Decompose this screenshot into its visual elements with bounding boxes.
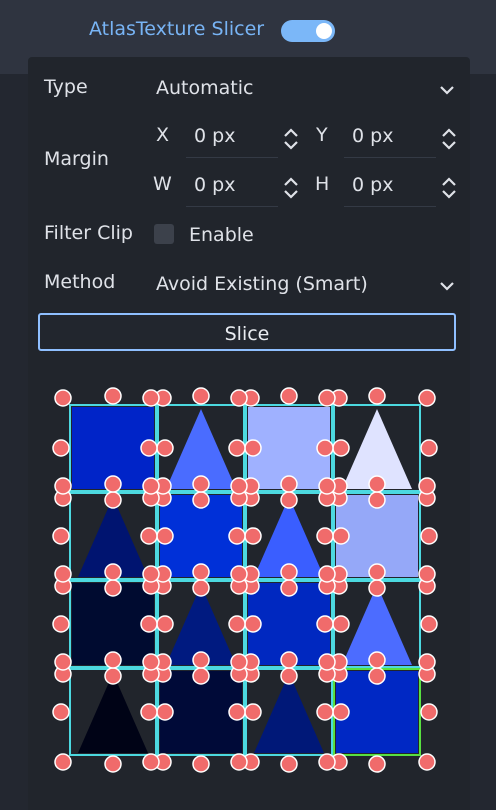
resize-handle[interactable] — [142, 389, 160, 407]
resize-handle[interactable] — [142, 753, 160, 771]
resize-handle[interactable] — [368, 563, 386, 581]
resize-handle[interactable] — [244, 703, 262, 721]
resize-handle[interactable] — [420, 615, 438, 633]
resize-handle[interactable] — [244, 527, 262, 545]
resize-handle[interactable] — [368, 491, 386, 509]
resize-handle[interactable] — [104, 651, 122, 669]
resize-handle[interactable] — [192, 755, 210, 773]
resize-handle[interactable] — [52, 615, 70, 633]
resize-handle[interactable] — [54, 753, 72, 771]
resize-handle[interactable] — [156, 439, 174, 457]
resize-handle[interactable] — [156, 615, 174, 633]
resize-handle[interactable] — [368, 579, 386, 597]
resize-handle[interactable] — [318, 477, 336, 495]
resize-handle[interactable] — [280, 755, 298, 773]
resize-handle[interactable] — [156, 527, 174, 545]
resize-handle[interactable] — [418, 653, 436, 671]
resize-handle[interactable] — [332, 527, 350, 545]
resize-handle[interactable] — [228, 703, 246, 721]
resize-handle[interactable] — [368, 475, 386, 493]
resize-handle[interactable] — [142, 653, 160, 671]
resize-handle[interactable] — [104, 475, 122, 493]
resize-handle[interactable] — [52, 439, 70, 457]
resize-handle[interactable] — [54, 477, 72, 495]
resize-handle[interactable] — [332, 615, 350, 633]
resize-handle[interactable] — [280, 579, 298, 597]
resize-handle[interactable] — [418, 753, 436, 771]
resize-handle[interactable] — [192, 475, 210, 493]
resize-handle[interactable] — [140, 615, 158, 633]
resize-handle[interactable] — [368, 755, 386, 773]
resize-handle[interactable] — [104, 755, 122, 773]
resize-handle[interactable] — [316, 439, 334, 457]
resize-handle[interactable] — [140, 703, 158, 721]
resize-handle[interactable] — [230, 653, 248, 671]
resize-handle[interactable] — [54, 653, 72, 671]
resize-handle[interactable] — [104, 387, 122, 405]
resize-handle[interactable] — [368, 667, 386, 685]
resize-handle[interactable] — [192, 491, 210, 509]
resize-handle[interactable] — [54, 565, 72, 583]
resize-handle[interactable] — [52, 703, 70, 721]
resize-handle[interactable] — [230, 389, 248, 407]
resize-handle[interactable] — [418, 565, 436, 583]
resize-handle[interactable] — [420, 703, 438, 721]
resize-handle[interactable] — [192, 387, 210, 405]
resize-handle[interactable] — [418, 477, 436, 495]
resize-handle[interactable] — [192, 563, 210, 581]
resize-handle[interactable] — [332, 439, 350, 457]
resize-handle[interactable] — [104, 667, 122, 685]
resize-handle[interactable] — [316, 703, 334, 721]
resize-handle[interactable] — [228, 439, 246, 457]
resize-handle[interactable] — [192, 651, 210, 669]
resize-handle[interactable] — [244, 439, 262, 457]
resize-handle[interactable] — [104, 579, 122, 597]
resize-handle[interactable] — [280, 651, 298, 669]
resize-handle[interactable] — [280, 387, 298, 405]
resize-handle[interactable] — [104, 491, 122, 509]
resize-handle[interactable] — [230, 753, 248, 771]
resize-handle[interactable] — [244, 615, 262, 633]
resize-handle[interactable] — [54, 389, 72, 407]
resize-handle[interactable] — [228, 527, 246, 545]
atlas-tile-triangle — [254, 673, 324, 753]
resize-handle[interactable] — [104, 563, 122, 581]
resize-handle[interactable] — [280, 491, 298, 509]
resize-handle[interactable] — [318, 389, 336, 407]
atlas-preview[interactable] — [0, 0, 496, 810]
resize-handle[interactable] — [52, 527, 70, 545]
resize-handle[interactable] — [140, 527, 158, 545]
resize-handle[interactable] — [280, 563, 298, 581]
resize-handle[interactable] — [368, 651, 386, 669]
resize-handle[interactable] — [142, 565, 160, 583]
resize-handle[interactable] — [318, 565, 336, 583]
resize-handle[interactable] — [192, 667, 210, 685]
resize-handle[interactable] — [332, 703, 350, 721]
resize-handle[interactable] — [142, 477, 160, 495]
atlas-tile-triangle — [78, 673, 148, 753]
resize-handle[interactable] — [316, 527, 334, 545]
resize-handle[interactable] — [156, 703, 174, 721]
resize-handle[interactable] — [230, 477, 248, 495]
resize-handle[interactable] — [140, 439, 158, 457]
resize-handle[interactable] — [418, 389, 436, 407]
resize-handle[interactable] — [316, 615, 334, 633]
resize-handle[interactable] — [420, 439, 438, 457]
resize-handle[interactable] — [318, 653, 336, 671]
resize-handle[interactable] — [230, 565, 248, 583]
resize-handle[interactable] — [318, 753, 336, 771]
resize-handle[interactable] — [228, 615, 246, 633]
resize-handle[interactable] — [280, 667, 298, 685]
resize-handle[interactable] — [192, 579, 210, 597]
resize-handle[interactable] — [280, 475, 298, 493]
resize-handle[interactable] — [368, 387, 386, 405]
resize-handle[interactable] — [420, 527, 438, 545]
